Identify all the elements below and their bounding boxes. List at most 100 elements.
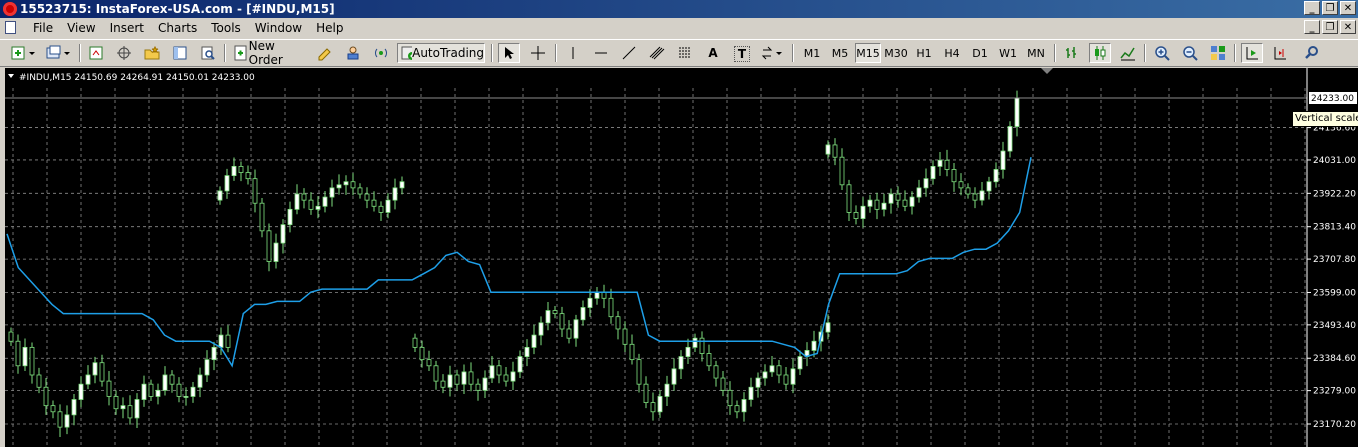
horizontal-line-tool-button[interactable] [590, 43, 612, 63]
chart-window[interactable]: #INDU,M15 24150.69 24264.91 24150.01 242… [5, 68, 1358, 447]
arrows-tool-button[interactable] [758, 43, 786, 63]
candle-body [573, 319, 579, 339]
candle-body [741, 399, 747, 413]
vertical-line-tool-button[interactable] [562, 43, 584, 63]
candlestick-chart-button[interactable] [1089, 43, 1111, 63]
menu-help[interactable]: Help [309, 21, 350, 35]
menu-view[interactable]: View [60, 21, 102, 35]
data-window-button[interactable] [113, 43, 135, 63]
candle-body [720, 377, 726, 391]
bar-chart-button[interactable] [1061, 43, 1083, 63]
timeframe-h1[interactable]: H1 [911, 43, 937, 63]
doc-close-button[interactable]: ✕ [1340, 20, 1356, 34]
timeframe-m5[interactable]: M5 [827, 43, 853, 63]
text-label-tool-button[interactable]: T [734, 46, 750, 62]
candle-body [183, 396, 189, 398]
autotrading-button[interactable]: AutoTrading [397, 43, 485, 63]
toolbar-separator [792, 44, 794, 62]
zoom-in-icon [1155, 46, 1170, 61]
timeframe-mn[interactable]: MN [1023, 43, 1049, 63]
timeframe-m1[interactable]: M1 [799, 43, 825, 63]
autotrading-icon [401, 46, 413, 60]
timeframe-h4[interactable]: H4 [939, 43, 965, 63]
search-button[interactable] [1301, 43, 1323, 63]
vertical-line-icon [572, 47, 574, 59]
price-tick-label: 24031.00 [1313, 156, 1356, 166]
close-button[interactable]: ✕ [1340, 1, 1356, 15]
zoom-out-button[interactable] [1179, 43, 1201, 63]
candle-body [636, 359, 642, 385]
chart-shift-button[interactable] [1269, 43, 1291, 63]
candle-body [517, 356, 523, 373]
profiles-button[interactable] [44, 43, 74, 63]
doc-minimize-button[interactable]: _ [1304, 20, 1320, 34]
menu-insert[interactable]: Insert [103, 21, 151, 35]
candle-body [364, 193, 370, 201]
market-depth-button[interactable] [342, 43, 364, 63]
timeframe-m15[interactable]: M15 [855, 43, 881, 63]
candle-body [538, 322, 544, 336]
candle-body [36, 374, 42, 388]
candle-body [888, 193, 894, 204]
zoom-in-button[interactable] [1151, 43, 1173, 63]
window-controls: _ ❐ ✕ [1304, 1, 1356, 15]
candle-body [329, 187, 335, 198]
candle-body [273, 242, 279, 262]
chart-document-icon[interactable] [5, 21, 16, 34]
candle-body [50, 405, 56, 413]
candle-body [113, 396, 119, 410]
window-titlebar[interactable]: 15523715: InstaForex-USA.com - [#INDU,M1… [0, 0, 1358, 18]
terminal-button[interactable] [169, 43, 191, 63]
price-chart[interactable]: #INDU,M15 24150.69 24264.91 24150.01 242… [5, 68, 1358, 447]
toolbar-separator [1234, 44, 1236, 62]
candle-body [475, 383, 481, 391]
cursor-tool-button[interactable] [498, 43, 520, 63]
restore-button[interactable]: ❐ [1322, 1, 1338, 15]
candle-body [930, 166, 936, 180]
menu-charts[interactable]: Charts [151, 21, 204, 35]
shift-marker-icon[interactable] [1041, 68, 1053, 74]
navigator-button[interactable] [141, 43, 163, 63]
tile-windows-button[interactable] [1207, 43, 1229, 63]
candle-body [426, 359, 432, 367]
arrows-dropdown-icon [761, 46, 782, 60]
candle-body [755, 377, 761, 388]
timeframe-d1[interactable]: D1 [967, 43, 993, 63]
doc-restore-button[interactable]: ❐ [1322, 20, 1338, 34]
market-watch-button[interactable] [85, 43, 107, 63]
expert-editor-button[interactable] [314, 43, 336, 63]
current-price-tag: 24233.00 [1309, 92, 1357, 104]
crosshair-tool-button[interactable] [527, 43, 549, 63]
text-tool-button[interactable]: A [702, 43, 724, 63]
candle-body [468, 371, 474, 385]
candle-body [629, 343, 635, 361]
candle-body [944, 159, 950, 170]
equidistant-channel-tool-button[interactable] [646, 43, 668, 63]
new-order-button[interactable]: New Order [232, 39, 308, 67]
market-watch-icon [89, 46, 103, 60]
candle-body [895, 193, 901, 201]
fibonacci-tool-button[interactable] [674, 43, 696, 63]
candle-body [867, 199, 873, 207]
strategy-tester-button[interactable] [197, 43, 219, 63]
candle-body [965, 187, 971, 195]
minimize-button[interactable]: _ [1304, 1, 1320, 15]
candlestick-icon [1095, 46, 1106, 60]
timeframe-m30[interactable]: M30 [883, 43, 909, 63]
menu-bar: File View Insert Charts Tools Window Hel… [0, 18, 1358, 38]
timeframe-w1[interactable]: W1 [995, 43, 1021, 63]
menu-tools[interactable]: Tools [204, 21, 248, 35]
new-chart-button[interactable] [8, 43, 40, 63]
candle-body [664, 383, 670, 397]
trendline-tool-button[interactable] [618, 43, 640, 63]
signals-button[interactable] [370, 43, 392, 63]
candle-body [71, 399, 77, 416]
line-chart-button[interactable] [1117, 43, 1139, 63]
menu-window[interactable]: Window [248, 21, 309, 35]
auto-scroll-button[interactable] [1241, 43, 1263, 63]
collapse-triangle-icon[interactable] [8, 74, 14, 78]
candle-body [238, 166, 244, 173]
candle-body [958, 181, 964, 189]
menu-file[interactable]: File [26, 21, 60, 35]
candle-body [615, 316, 621, 330]
